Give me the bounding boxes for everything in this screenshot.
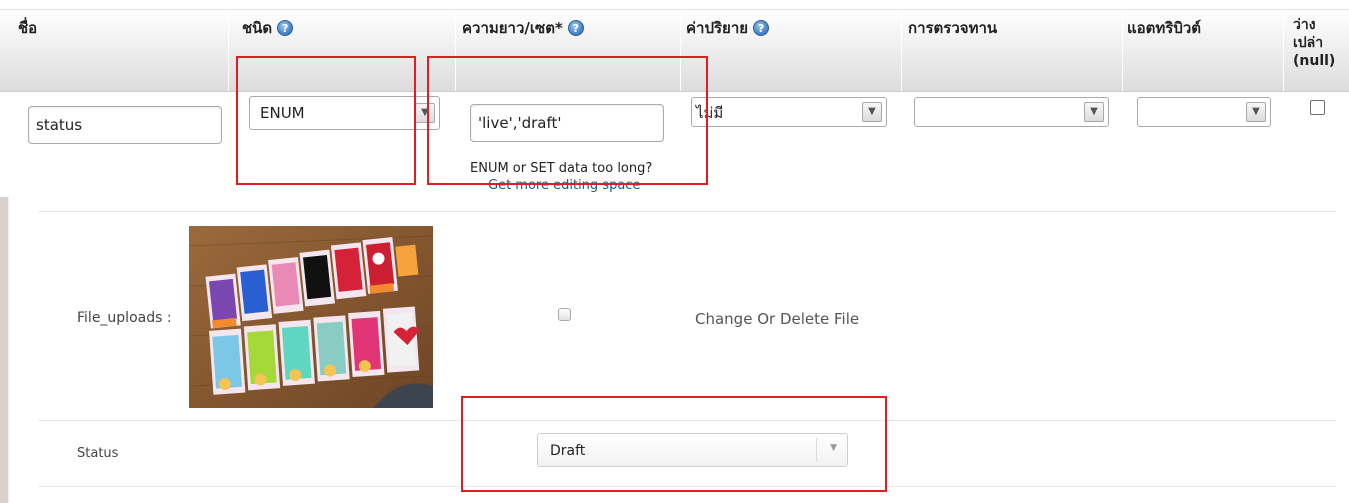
column-attributes-select[interactable]: ▼ bbox=[1137, 97, 1271, 127]
column-separator bbox=[228, 10, 229, 91]
column-header-null-line2: เปล่า bbox=[1293, 35, 1324, 51]
column-separator bbox=[1122, 10, 1123, 91]
column-header-type: ชนิด ? bbox=[242, 16, 294, 40]
null-checkbox[interactable] bbox=[1310, 100, 1325, 115]
column-header-null-line3: (null) bbox=[1293, 53, 1336, 69]
column-header-name: ชื่อ bbox=[18, 16, 37, 40]
column-separator bbox=[1283, 10, 1284, 91]
column-name-input[interactable] bbox=[28, 106, 222, 144]
column-header-null: ว่าง เปล่า (null) bbox=[1293, 16, 1335, 70]
column-header-default-label: ค่าปริยาย bbox=[686, 19, 749, 37]
column-header-type-label: ชนิด bbox=[242, 19, 273, 37]
column-header-default: ค่าปริยาย ? bbox=[686, 16, 770, 40]
column-header-length-label: ความยาว/เซต* bbox=[462, 19, 563, 37]
column-header-collation: การตรวจทาน bbox=[908, 16, 997, 40]
page: ชื่อ ชนิด ? ความยาว/เซต* ? ค่าปริยาย ? ก… bbox=[0, 0, 1349, 503]
change-or-delete-file-label[interactable]: Change Or Delete File bbox=[695, 310, 859, 328]
file-uploads-label: File_uploads : bbox=[77, 310, 172, 326]
page-left-bar-edge bbox=[8, 197, 9, 503]
uploaded-photo[interactable] bbox=[189, 226, 433, 408]
column-collation-select[interactable]: ▼ bbox=[914, 97, 1109, 127]
highlight-box-type bbox=[236, 56, 416, 185]
status-label: Status bbox=[77, 446, 119, 461]
column-header-length: ความยาว/เซต* ? bbox=[462, 16, 584, 40]
column-header-attributes: แอตทริบิวต์ bbox=[1127, 16, 1201, 40]
chevron-down-icon[interactable]: ▼ bbox=[1246, 102, 1266, 122]
highlight-box-length bbox=[427, 56, 708, 185]
help-icon[interactable]: ? bbox=[277, 20, 294, 36]
page-left-bar bbox=[0, 197, 8, 503]
column-header-null-line1: ว่าง bbox=[1293, 17, 1316, 33]
help-icon[interactable]: ? bbox=[567, 20, 584, 36]
chevron-down-icon[interactable]: ▼ bbox=[1084, 102, 1104, 122]
column-header-name-label: ชื่อ bbox=[18, 19, 38, 37]
column-header-attributes-label: แอตทริบิวต์ bbox=[1127, 19, 1202, 37]
help-icon[interactable]: ? bbox=[753, 20, 770, 36]
column-default-select[interactable]: ไม่มี ▼ bbox=[691, 97, 887, 127]
chevron-down-icon[interactable]: ▼ bbox=[862, 102, 882, 122]
column-header-collation-label: การตรวจทาน bbox=[908, 19, 998, 37]
highlight-box-status bbox=[461, 396, 887, 492]
delete-file-checkbox[interactable] bbox=[558, 308, 571, 321]
form-row-divider bbox=[38, 211, 1336, 212]
column-separator bbox=[901, 10, 902, 91]
